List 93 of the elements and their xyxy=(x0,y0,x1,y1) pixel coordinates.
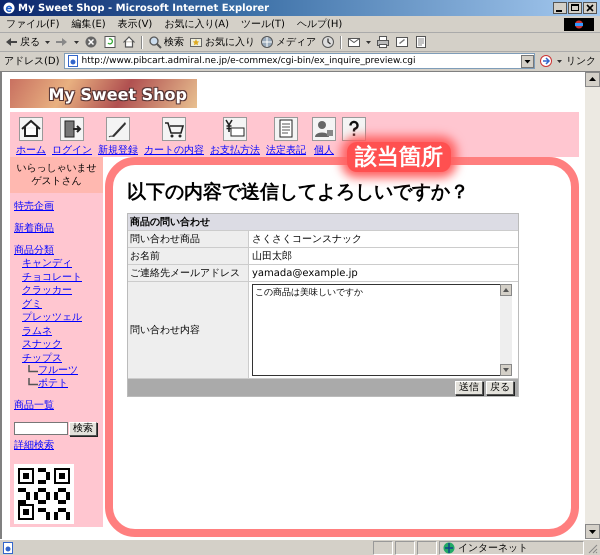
field-value: yamada@example.jp xyxy=(252,268,358,278)
sidebar-link[interactable]: 新着商品 xyxy=(14,223,54,234)
sidebar-link[interactable]: フルーツ xyxy=(38,365,78,378)
scrollbar[interactable] xyxy=(500,284,512,376)
sidebar-link[interactable]: キャンディ xyxy=(22,258,72,269)
sidebar-link[interactable]: ポテト xyxy=(38,378,68,390)
caret-icon[interactable] xyxy=(74,40,79,44)
go-arrow-icon[interactable] xyxy=(539,54,553,68)
toolbar-button[interactable]: 検索 xyxy=(148,35,184,49)
home-icon[interactable] xyxy=(122,35,136,49)
edit-icon[interactable] xyxy=(395,35,409,49)
page-icon xyxy=(66,55,79,67)
menu-item[interactable]: ファイル(F) xyxy=(6,17,60,31)
resize-grip-icon[interactable] xyxy=(586,542,598,554)
toolbar-button[interactable]: お気に入り xyxy=(189,35,255,49)
nav-link[interactable]: 新規登録 xyxy=(98,143,138,157)
stop-icon[interactable] xyxy=(84,35,98,49)
advanced-search-link[interactable]: 詳細検索 xyxy=(14,438,99,452)
caret-icon[interactable] xyxy=(557,60,562,62)
links-button[interactable]: リンク xyxy=(566,54,596,68)
caret-icon[interactable] xyxy=(45,40,50,44)
question-mark-icon[interactable] xyxy=(342,117,366,141)
clock-icon[interactable] xyxy=(321,35,335,49)
door-icon[interactable] xyxy=(60,117,84,141)
refresh-icon[interactable] xyxy=(103,35,117,49)
page-icon xyxy=(2,542,14,554)
field-label: ご連絡先メールアドレス xyxy=(130,266,240,280)
address-label: アドレス(D) xyxy=(4,55,60,68)
back-arrow-icon xyxy=(4,35,18,49)
greeting-text: ゲストさん xyxy=(30,175,82,188)
minimize-icon[interactable] xyxy=(553,2,567,14)
form-button[interactable]: 送信 xyxy=(455,380,483,394)
globe-icon xyxy=(443,542,455,554)
logo-text: My Sweet Shop xyxy=(48,85,187,104)
close-icon[interactable] xyxy=(583,2,597,14)
yen-card-icon[interactable] xyxy=(223,117,247,141)
nav-link[interactable]: カートの内容 xyxy=(144,143,204,157)
sidebar-link[interactable]: グミ xyxy=(22,298,42,310)
toolbar-button[interactable]: 戻る xyxy=(4,35,40,49)
nav-link[interactable]: ホーム xyxy=(16,143,46,157)
status-bar-panel xyxy=(395,540,415,554)
nav-link[interactable]: 個人 xyxy=(314,143,334,157)
globe-icon xyxy=(260,35,274,49)
sidebar-link[interactable]: プレッツェル xyxy=(22,312,82,323)
status-zone-text: インターネット xyxy=(458,542,528,554)
menu-item[interactable]: お気に入り(A) xyxy=(164,17,229,31)
mail-icon[interactable] xyxy=(347,35,361,49)
sidebar-link[interactable]: 商品分類 xyxy=(14,245,54,256)
nav-link[interactable]: 法定表記 xyxy=(266,143,306,157)
pen-icon[interactable] xyxy=(106,117,130,141)
sidebar-link[interactable]: クラッカー xyxy=(22,285,72,296)
qr-code-drawing xyxy=(14,464,74,524)
sidebar-link[interactable]: スナック xyxy=(22,339,62,350)
nav-link[interactable]: ログイン xyxy=(52,143,92,157)
toolbar-button[interactable]: メディア xyxy=(260,35,316,49)
field-value: 山田太郎 xyxy=(252,250,292,263)
window-title: My Sweet Shop - Microsoft Internet Explorer xyxy=(18,2,270,14)
scrollbar[interactable] xyxy=(585,72,600,539)
address-field[interactable]: http://www.pibcart.admiral.ne.jp/e-commex/cgi-bin/ex_inquire_preview.cgi xyxy=(64,53,535,69)
star-folder-icon xyxy=(189,35,203,49)
form-title: 商品の問い合わせ xyxy=(128,214,518,231)
sidebar-link[interactable]: 商品一覧 xyxy=(14,400,54,411)
person-lock-icon[interactable] xyxy=(312,117,336,141)
caret-icon[interactable] xyxy=(366,40,371,44)
status-bar-panel xyxy=(373,540,393,554)
sidebar-link[interactable]: チップス xyxy=(22,352,62,364)
form-button[interactable]: 戻る xyxy=(486,380,514,394)
field-label: 問い合わせ商品 xyxy=(130,232,200,246)
browser-logo-icon xyxy=(3,2,15,14)
sidebar-link[interactable]: 特売企画 xyxy=(14,201,54,212)
sidebar-link[interactable]: チョコレート xyxy=(22,272,82,282)
search-icon xyxy=(148,35,162,49)
print-icon[interactable] xyxy=(376,35,390,49)
field-label: お名前 xyxy=(130,250,160,263)
menu-item[interactable]: 編集(E) xyxy=(72,17,106,31)
document-icon[interactable] xyxy=(274,117,298,141)
greeting-text: いらっしゃいませ xyxy=(16,162,98,175)
search-field[interactable] xyxy=(14,422,68,435)
document-icon[interactable] xyxy=(414,35,428,49)
home-icon[interactable] xyxy=(19,117,43,141)
field-label: 問い合わせ内容 xyxy=(130,324,200,337)
nav-link[interactable]: お支払方法 xyxy=(210,143,260,157)
menu-item[interactable]: ヘルプ(H) xyxy=(296,17,342,31)
cart-icon[interactable] xyxy=(162,117,186,141)
annotation-label: 該当箇所 xyxy=(347,142,451,172)
page-heading: 以下の内容で送信してよろしいですか？ xyxy=(127,180,470,205)
menu-item[interactable]: ツール(T) xyxy=(241,17,285,31)
status-bar-panel xyxy=(417,540,437,554)
search-button[interactable]: 検索 xyxy=(69,422,97,436)
field-value: さくさくコーンスナック xyxy=(252,233,362,246)
menu-item[interactable]: 表示(V) xyxy=(118,17,152,31)
sidebar-link[interactable]: ラムネ xyxy=(22,326,52,336)
maximize-icon[interactable] xyxy=(568,2,582,14)
